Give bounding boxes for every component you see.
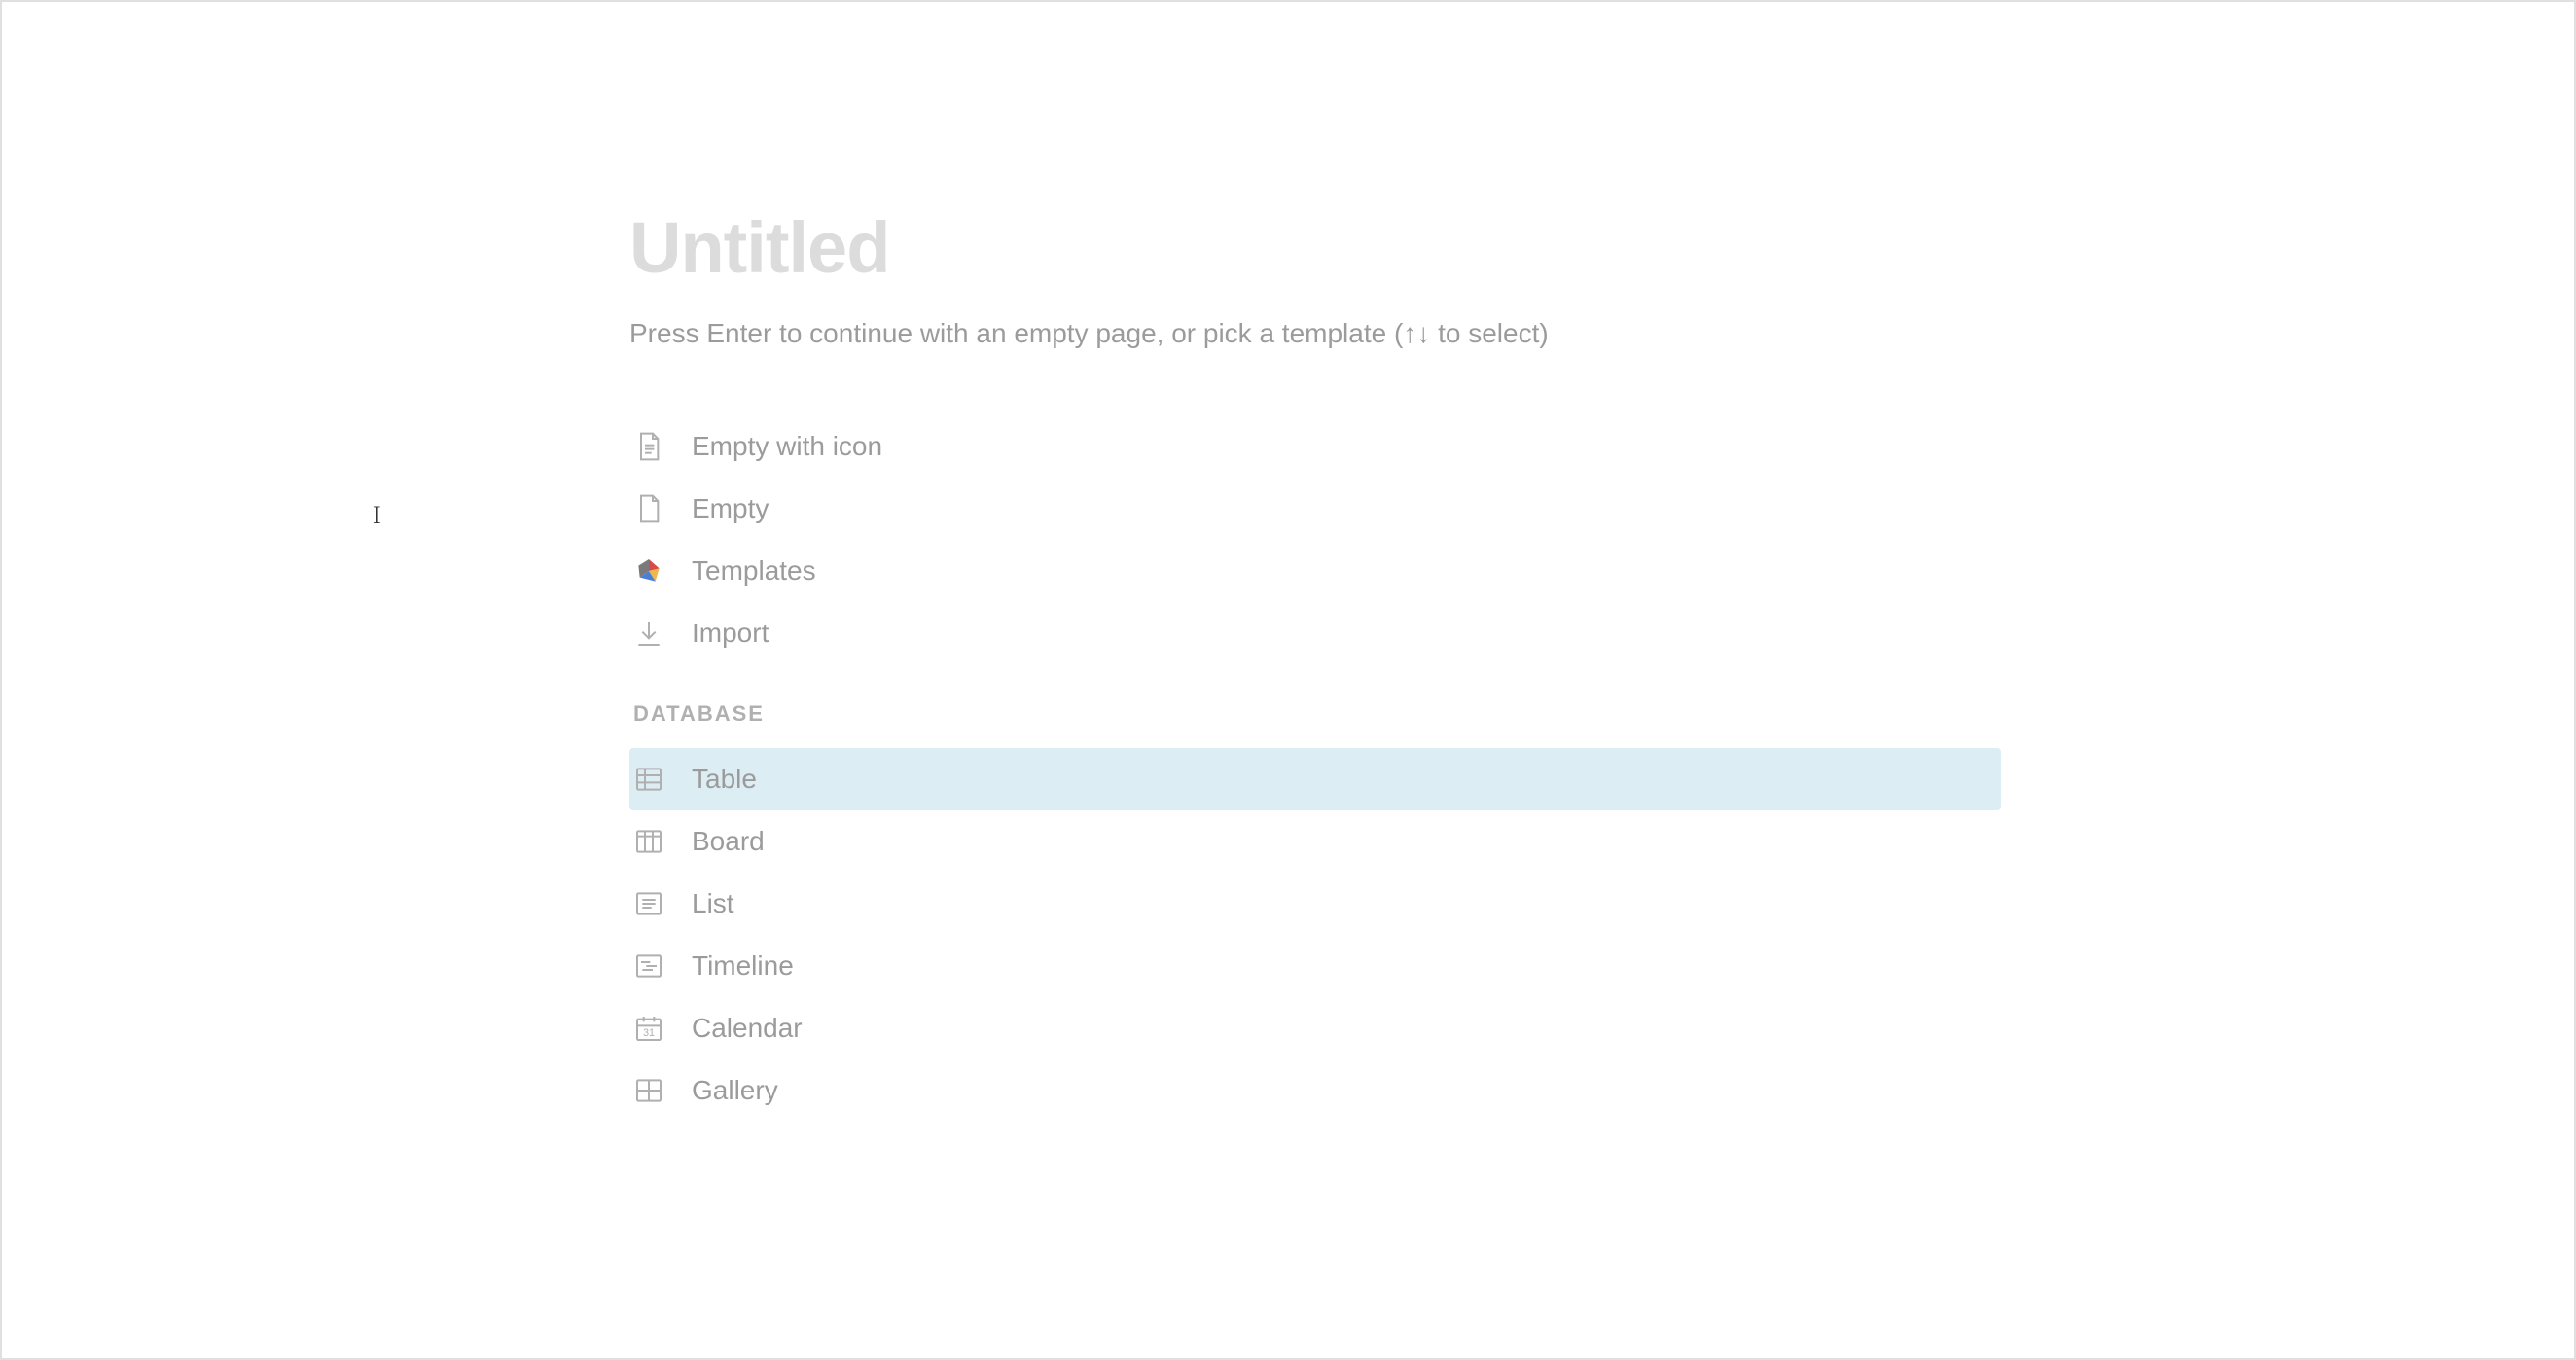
page-with-lines-icon xyxy=(633,431,664,462)
page-icon xyxy=(633,493,664,524)
templates-icon xyxy=(633,555,664,587)
gallery-icon xyxy=(633,1075,664,1106)
option-label: Templates xyxy=(692,555,816,587)
options-list: Empty with icon Empty Templates xyxy=(629,415,2574,1122)
page-title[interactable]: Untitled xyxy=(629,206,2574,289)
option-label: Empty xyxy=(692,493,769,524)
option-empty[interactable]: Empty xyxy=(629,478,2001,540)
section-header-database: DATABASE xyxy=(629,701,2574,727)
option-label: Board xyxy=(692,826,765,857)
calendar-icon: 31 xyxy=(633,1013,664,1044)
option-label: Table xyxy=(692,764,757,795)
page-container: Untitled Press Enter to continue with an… xyxy=(2,2,2574,1122)
option-gallery[interactable]: Gallery xyxy=(629,1059,2001,1122)
timeline-icon xyxy=(633,950,664,982)
svg-text:31: 31 xyxy=(643,1027,655,1039)
option-label: List xyxy=(692,888,734,919)
import-icon xyxy=(633,618,664,649)
option-label: Timeline xyxy=(692,950,794,982)
option-empty-with-icon[interactable]: Empty with icon xyxy=(629,415,2001,478)
hint-text: Press Enter to continue with an empty pa… xyxy=(629,318,2574,349)
text-cursor: I xyxy=(373,501,381,530)
option-label: Import xyxy=(692,618,769,649)
option-import[interactable]: Import xyxy=(629,602,2001,664)
board-icon xyxy=(633,826,664,857)
option-list[interactable]: List xyxy=(629,873,2001,935)
option-templates[interactable]: Templates xyxy=(629,540,2001,602)
table-icon xyxy=(633,764,664,795)
option-label: Gallery xyxy=(692,1075,778,1106)
option-board[interactable]: Board xyxy=(629,810,2001,873)
option-label: Empty with icon xyxy=(692,431,882,462)
list-icon xyxy=(633,888,664,919)
option-calendar[interactable]: 31 Calendar xyxy=(629,997,2001,1059)
option-timeline[interactable]: Timeline xyxy=(629,935,2001,997)
option-label: Calendar xyxy=(692,1013,803,1044)
option-table[interactable]: Table xyxy=(629,748,2001,810)
